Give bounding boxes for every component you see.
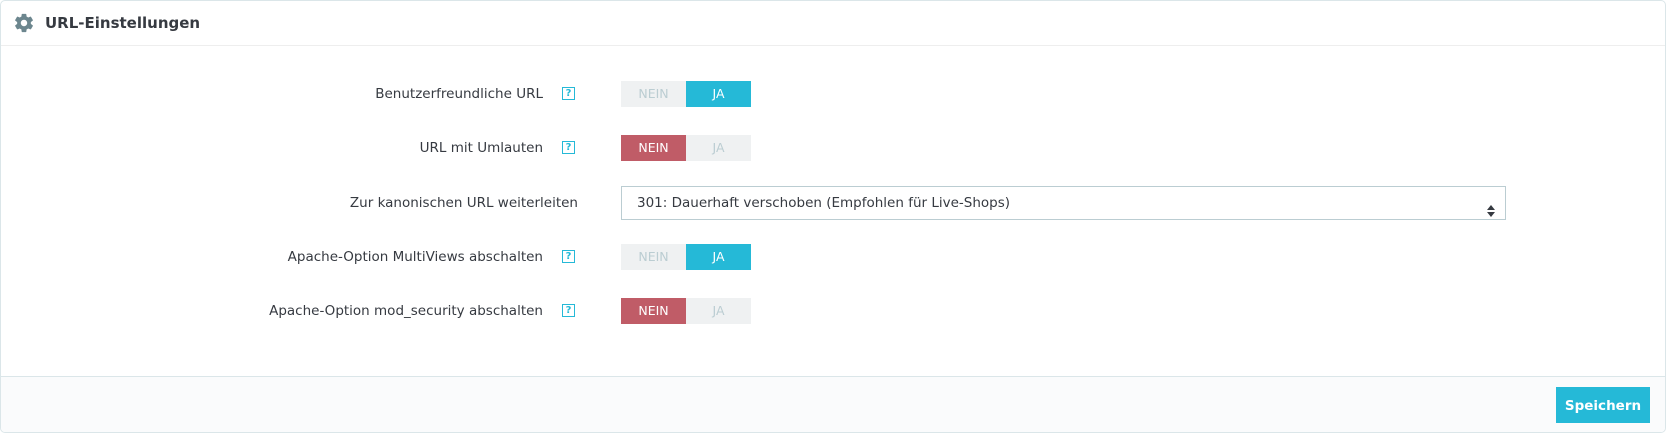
- panel-footer: Speichern: [1, 376, 1665, 432]
- url-umlauts-toggle[interactable]: NEIN JA: [621, 135, 751, 161]
- setting-row-mod-security: Apache-Option mod_security abschalten ? …: [1, 298, 1665, 324]
- setting-row-canonical-redirect: Zur kanonischen URL weiterleiten 301: Da…: [1, 186, 1665, 220]
- setting-label: Apache-Option mod_security abschalten: [269, 303, 543, 319]
- sort-caret-icon: [1487, 197, 1495, 217]
- url-settings-panel: URL-Einstellungen Benutzerfreundliche UR…: [0, 0, 1666, 433]
- mod-security-toggle[interactable]: NEIN JA: [621, 298, 751, 324]
- panel-heading: URL-Einstellungen: [1, 1, 1665, 46]
- toggle-option-yes[interactable]: JA: [686, 298, 751, 324]
- setting-row-friendly-url: Benutzerfreundliche URL ? NEIN JA: [1, 81, 1665, 107]
- toggle-option-no[interactable]: NEIN: [621, 81, 686, 107]
- friendly-url-toggle[interactable]: NEIN JA: [621, 81, 751, 107]
- toggle-option-yes[interactable]: JA: [686, 135, 751, 161]
- save-button[interactable]: Speichern: [1556, 387, 1650, 423]
- toggle-option-yes[interactable]: JA: [686, 244, 751, 270]
- setting-label: URL mit Umlauten: [419, 140, 543, 156]
- setting-label: Zur kanonischen URL weiterleiten: [349, 195, 578, 211]
- setting-row-url-umlauts: URL mit Umlauten ? NEIN JA: [1, 135, 1665, 161]
- help-icon[interactable]: ?: [562, 304, 575, 317]
- multiviews-toggle[interactable]: NEIN JA: [621, 244, 751, 270]
- setting-row-multiviews: Apache-Option MultiViews abschalten ? NE…: [1, 244, 1665, 270]
- panel-title: URL-Einstellungen: [45, 14, 201, 32]
- canonical-redirect-select[interactable]: 301: Dauerhaft verschoben (Empfohlen für…: [621, 186, 1506, 220]
- setting-label: Apache-Option MultiViews abschalten: [287, 249, 543, 265]
- help-icon[interactable]: ?: [562, 87, 575, 100]
- gear-icon: [13, 12, 35, 34]
- select-value: 301: Dauerhaft verschoben (Empfohlen für…: [637, 195, 1011, 211]
- help-icon[interactable]: ?: [562, 250, 575, 263]
- toggle-option-no[interactable]: NEIN: [621, 244, 686, 270]
- toggle-option-no[interactable]: NEIN: [621, 135, 686, 161]
- help-icon[interactable]: ?: [562, 141, 575, 154]
- toggle-option-no[interactable]: NEIN: [621, 298, 686, 324]
- toggle-option-yes[interactable]: JA: [686, 81, 751, 107]
- setting-label: Benutzerfreundliche URL: [375, 86, 543, 102]
